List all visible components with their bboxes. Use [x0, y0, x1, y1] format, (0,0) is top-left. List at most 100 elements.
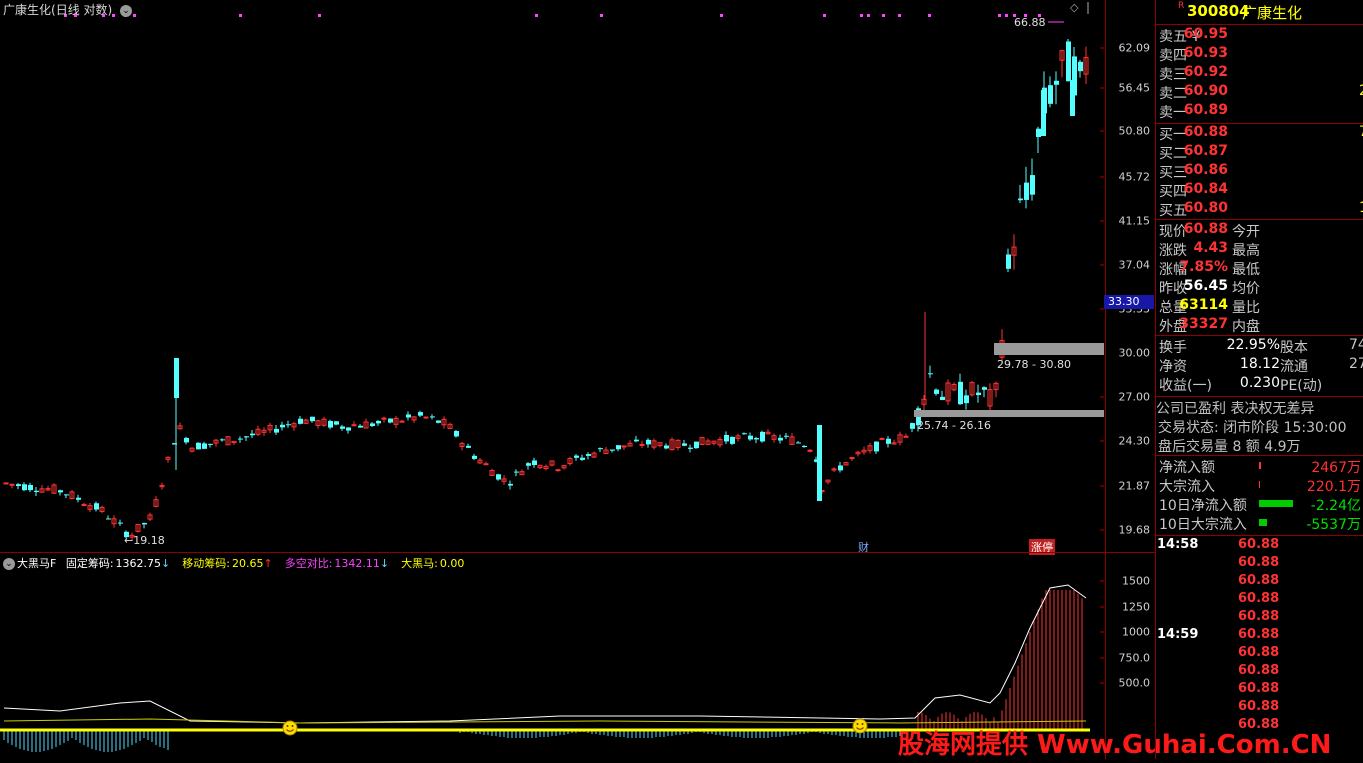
- candle-body: [586, 454, 591, 456]
- bid-row[interactable]: 买二 60.87: [1156, 143, 1363, 162]
- candlestick-series: [3, 38, 1089, 541]
- stat2-label-2: 流通: [1280, 359, 1308, 375]
- candle-body: [526, 463, 531, 466]
- chevron-down-icon[interactable]: ⌄: [120, 5, 133, 17]
- tick-price: 60.88: [1238, 591, 1280, 606]
- candle: [255, 425, 261, 436]
- candle: [897, 431, 903, 446]
- price-tick-label: 45.72: [1118, 170, 1151, 184]
- candle-body: [418, 412, 423, 416]
- tick-row[interactable]: 60.88: [1156, 591, 1363, 609]
- candle-body: [1036, 128, 1041, 138]
- tick-row[interactable]: 60.88: [1156, 609, 1363, 627]
- support-zone-bar: [914, 410, 1104, 417]
- stat-value: 33327: [1179, 316, 1228, 332]
- stat-row: 昨收 56.45 均价: [1156, 278, 1363, 297]
- chart-title: 广康生化(日线 对数) ⌄: [3, 1, 133, 18]
- ask-row[interactable]: 卖三 60.92: [1156, 64, 1363, 83]
- candle: [646, 438, 651, 448]
- candle: [64, 494, 69, 499]
- candle: [886, 436, 891, 448]
- stock-name: 广康生化: [3, 3, 52, 17]
- candle: [291, 421, 297, 431]
- tick-row[interactable]: 60.88: [1156, 699, 1363, 717]
- tick-row[interactable]: 60.88: [1156, 663, 1363, 681]
- candle: [591, 451, 597, 458]
- bid-volume: 1: [1359, 200, 1363, 216]
- tick-row[interactable]: 60.88: [1156, 681, 1363, 699]
- candle: [202, 441, 207, 450]
- candle-body: [1078, 61, 1083, 72]
- candle-body: [94, 503, 99, 510]
- candle-body: [940, 396, 945, 401]
- flow-value: -5537万: [1306, 517, 1361, 533]
- stat-value: 7.85%: [1179, 259, 1228, 275]
- flow-label: 大宗流入: [1159, 479, 1215, 495]
- candle: [879, 437, 885, 440]
- signal-marker: [898, 14, 901, 17]
- candle: [951, 382, 957, 392]
- bid-row[interactable]: 买四 60.84: [1156, 181, 1363, 200]
- candle-body: [688, 447, 693, 449]
- tick-price: 60.88: [1238, 627, 1280, 642]
- ask-row[interactable]: 卖二60.902: [1156, 83, 1363, 102]
- candle: [436, 420, 441, 424]
- candle: [118, 519, 123, 526]
- flow-bar: [1259, 519, 1267, 526]
- candle-body: [874, 441, 879, 452]
- tick-row[interactable]: 60.88: [1156, 555, 1363, 573]
- quote-panel: R 300804 广康生化 卖五 ¥60.95 卖四 60.93 卖三 60.92 卖二 6…: [1155, 0, 1363, 759]
- bid-row[interactable]: 买五60.801: [1156, 200, 1363, 219]
- candle: [514, 469, 519, 477]
- candle: [196, 442, 201, 450]
- tick-row[interactable]: 60.88: [1156, 645, 1363, 663]
- tick-price: 60.88: [1238, 609, 1280, 624]
- kline-chart[interactable]: ◇ 广康生化(日线 对数) ⌄ 29.78 - 30.80 25.74 - 26.…: [0, 0, 1104, 555]
- candle: [1054, 71, 1059, 105]
- candle: [748, 432, 753, 441]
- tick-row[interactable]: 14:59 60.88: [1156, 627, 1363, 645]
- after-hours: 盘后交易量 8 额 4.9万: [1158, 439, 1301, 455]
- candle-body: [196, 442, 201, 450]
- bid-row[interactable]: 买一60.887: [1156, 124, 1363, 143]
- candle: [363, 418, 369, 429]
- bid-row[interactable]: 买三 60.86: [1156, 162, 1363, 181]
- candle: [376, 420, 381, 426]
- candle: [184, 436, 189, 445]
- tick-price: 60.88: [1238, 699, 1280, 714]
- candle: [760, 430, 765, 443]
- chart-mode: (日线 对数): [51, 3, 113, 17]
- stat2-value: 22.95%: [1226, 337, 1280, 353]
- flow-row: 10日净流入额 -2.24亿: [1156, 495, 1363, 514]
- candle-body: [142, 522, 147, 525]
- smiley-eye: [861, 723, 864, 725]
- indicator-tick-label: 1250: [1122, 600, 1150, 614]
- signal-marker: [239, 14, 242, 17]
- chevron-down-icon[interactable]: ⌄: [3, 558, 15, 570]
- ask-row[interactable]: 卖一 60.89: [1156, 102, 1363, 121]
- candle: [1059, 49, 1065, 78]
- candle: [903, 433, 909, 438]
- candle: [94, 501, 99, 512]
- indicator-name[interactable]: 大黑马F: [17, 557, 56, 570]
- ask-price: 60.95: [1183, 26, 1228, 42]
- candle-body: [580, 457, 585, 460]
- bid-price: 60.87: [1183, 143, 1228, 159]
- kline-canvas[interactable]: ◇: [0, 0, 1104, 552]
- candle: [147, 512, 153, 522]
- ask-row[interactable]: 卖五 ¥60.95: [1156, 26, 1363, 45]
- tick-row[interactable]: 60.88: [1156, 573, 1363, 591]
- tick-row[interactable]: 14:58 60.88: [1156, 537, 1363, 555]
- candle-body: [466, 445, 471, 448]
- flow-value: 2467万: [1311, 460, 1361, 476]
- stat2-row: 净资 18.12流通 27: [1156, 356, 1363, 375]
- flow-row: 大宗流入 220.1万: [1156, 476, 1363, 495]
- ask-row[interactable]: 卖四 60.93: [1156, 45, 1363, 64]
- candle-body: [220, 439, 225, 441]
- indicator-item: 多空对比: 1342.11↓: [285, 557, 395, 570]
- candle: [867, 442, 873, 454]
- tick-row[interactable]: 60.88: [1156, 717, 1363, 735]
- candle: [945, 379, 951, 406]
- candle: [208, 443, 213, 448]
- candle-body: [430, 416, 435, 418]
